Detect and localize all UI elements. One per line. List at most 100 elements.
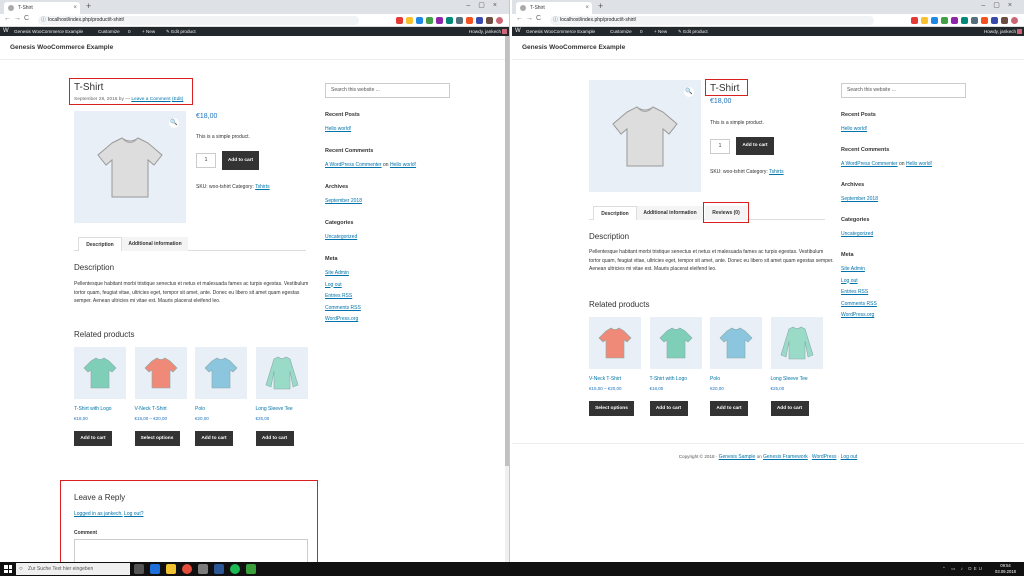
close-tab-icon[interactable]: × bbox=[73, 2, 77, 14]
tab-description[interactable]: Description bbox=[78, 237, 122, 251]
comment-textarea[interactable] bbox=[74, 539, 308, 562]
extension-icon[interactable] bbox=[991, 17, 998, 24]
uncategorized-link[interactable]: Uncategorized bbox=[841, 231, 873, 237]
admin-new[interactable]: + New bbox=[142, 27, 155, 36]
product-image[interactable]: 🔍 bbox=[74, 111, 186, 223]
logout-link[interactable]: Log out? bbox=[124, 511, 143, 517]
footer-genesis-sample-link[interactable]: Genesis Sample bbox=[719, 454, 756, 460]
related-product-name[interactable]: Long Sleeve Tee bbox=[771, 376, 808, 382]
hello-world-link[interactable]: Hello world! bbox=[841, 126, 867, 132]
app-icon[interactable] bbox=[246, 564, 256, 574]
tab-additional-information[interactable]: Additional information bbox=[122, 237, 188, 251]
related-product-name[interactable]: Long Sleeve Tee bbox=[256, 406, 293, 412]
extension-icon[interactable] bbox=[1001, 17, 1008, 24]
tab-additional-information[interactable]: Additional information bbox=[637, 206, 703, 220]
hello-world-link[interactable]: Hello world! bbox=[325, 126, 351, 132]
add-to-cart-button[interactable]: Add to cart bbox=[736, 137, 774, 155]
meta-link[interactable]: Site Admin bbox=[325, 270, 349, 276]
new-tab-button[interactable]: + bbox=[86, 1, 91, 11]
extension-icon[interactable] bbox=[971, 17, 978, 24]
new-tab-button[interactable]: + bbox=[598, 1, 603, 11]
admin-site-name[interactable]: Genesis WooCommerce Example bbox=[526, 27, 595, 36]
related-product-button[interactable]: Add to cart bbox=[195, 431, 233, 446]
admin-edit-product[interactable]: ✎ Edit product bbox=[166, 27, 196, 36]
meta-link[interactable]: Entries RSS bbox=[325, 293, 352, 299]
extension-icon[interactable] bbox=[476, 17, 483, 24]
meta-link[interactable]: WordPress.org bbox=[325, 316, 358, 322]
hello-world-link[interactable]: Hello world! bbox=[906, 161, 932, 167]
search-input[interactable]: Search this website ... bbox=[841, 83, 966, 98]
extension-icon[interactable] bbox=[961, 17, 968, 24]
category-link[interactable]: Tshirts bbox=[769, 169, 783, 175]
extension-icon[interactable] bbox=[931, 17, 938, 24]
related-product-button[interactable]: Select options bbox=[134, 431, 180, 446]
wordpress-icon[interactable]: W bbox=[515, 27, 521, 36]
meta-link[interactable]: Log out bbox=[325, 282, 342, 288]
nav-buttons[interactable]: ←→C bbox=[516, 15, 544, 22]
tab-description[interactable]: Description bbox=[593, 206, 637, 220]
related-product-image[interactable] bbox=[74, 347, 126, 399]
scrollbar-thumb[interactable] bbox=[505, 36, 509, 466]
profile-avatar[interactable] bbox=[496, 17, 503, 24]
start-button[interactable] bbox=[4, 565, 12, 573]
add-to-cart-button[interactable]: Add to cart bbox=[222, 151, 259, 170]
related-product-button[interactable]: Add to cart bbox=[649, 401, 688, 416]
extension-icon[interactable] bbox=[416, 17, 423, 24]
browser-tab[interactable]: T-Shirt × bbox=[4, 2, 80, 14]
profile-avatar[interactable] bbox=[1011, 17, 1018, 24]
nav-buttons[interactable]: ←→C bbox=[4, 15, 32, 22]
related-product-button[interactable]: Add to cart bbox=[74, 431, 112, 446]
close-tab-icon[interactable]: × bbox=[585, 2, 589, 14]
admin-avatar[interactable] bbox=[502, 29, 507, 34]
related-product-image[interactable] bbox=[255, 347, 308, 399]
related-product-button[interactable]: Add to cart bbox=[255, 431, 294, 446]
admin-customize[interactable]: Customize bbox=[610, 27, 632, 36]
extension-icon[interactable] bbox=[951, 17, 958, 24]
related-product-image[interactable] bbox=[589, 317, 641, 369]
search-input[interactable]: Search this website ... bbox=[325, 83, 450, 98]
url-field[interactable]: ⓘ localhost/index.php/product/t-shirt/ bbox=[38, 16, 359, 25]
footer-wordpress-link[interactable]: WordPress bbox=[812, 454, 837, 460]
category-link[interactable]: Tshirts bbox=[255, 184, 269, 190]
admin-comments[interactable]: 0 bbox=[640, 27, 643, 36]
related-product-image[interactable] bbox=[710, 317, 762, 369]
extension-icon[interactable] bbox=[981, 17, 988, 24]
commenter-link[interactable]: A WordPress Commenter bbox=[325, 162, 382, 168]
extension-icon[interactable] bbox=[486, 17, 493, 24]
window-controls[interactable]: –▢× bbox=[466, 1, 505, 9]
footer-genesis-framework-link[interactable]: Genesis Framework bbox=[763, 454, 808, 460]
browser-tab[interactable]: T-Shirt × bbox=[516, 2, 592, 14]
app-icon[interactable] bbox=[198, 564, 208, 574]
wordpress-icon[interactable]: W bbox=[3, 27, 9, 36]
commenter-link[interactable]: A WordPress Commenter bbox=[841, 161, 898, 167]
admin-edit-product[interactable]: ✎ Edit product bbox=[678, 27, 708, 36]
related-product-name[interactable]: T-Shirt with Logo bbox=[650, 376, 688, 382]
admin-howdy[interactable]: Howdy, jankech bbox=[984, 27, 1016, 36]
extension-icon[interactable] bbox=[436, 17, 443, 24]
archive-link[interactable]: September 2018 bbox=[325, 198, 362, 204]
meta-link[interactable]: Entries RSS bbox=[841, 289, 868, 295]
uncategorized-link[interactable]: Uncategorized bbox=[325, 234, 357, 240]
related-product-name[interactable]: Polo bbox=[710, 376, 720, 382]
url-field[interactable]: ⓘ localhost/index.php/product/t-shirt/ bbox=[550, 16, 874, 25]
taskbar-search[interactable]: ○ Zur Suche Text hier eingeben bbox=[16, 563, 130, 575]
meta-link[interactable]: Comments RSS bbox=[325, 305, 361, 311]
extension-icon[interactable] bbox=[941, 17, 948, 24]
info-icon[interactable]: ⓘ bbox=[41, 16, 46, 25]
product-image[interactable]: 🔍 bbox=[589, 80, 701, 192]
spotify-icon[interactable] bbox=[230, 564, 240, 574]
related-product-button[interactable]: Add to cart bbox=[770, 401, 809, 416]
logged-in-link[interactable]: Logged in as jankech. bbox=[74, 511, 123, 517]
scrollbar[interactable] bbox=[505, 36, 509, 562]
system-tray[interactable]: ⌃ ▭ ♪ DEU bbox=[942, 562, 984, 576]
zoom-icon[interactable]: 🔍 bbox=[684, 87, 694, 97]
site-title[interactable]: Genesis WooCommerce Example bbox=[10, 44, 113, 51]
extension-icon[interactable] bbox=[911, 17, 918, 24]
admin-howdy[interactable]: Howdy, jankech bbox=[469, 27, 501, 36]
chrome-icon[interactable] bbox=[182, 564, 192, 574]
window-controls[interactable]: –▢× bbox=[981, 1, 1020, 9]
edge-icon[interactable] bbox=[150, 564, 160, 574]
extension-icon[interactable] bbox=[426, 17, 433, 24]
explorer-icon[interactable] bbox=[166, 564, 176, 574]
meta-link[interactable]: WordPress.org bbox=[841, 312, 874, 318]
